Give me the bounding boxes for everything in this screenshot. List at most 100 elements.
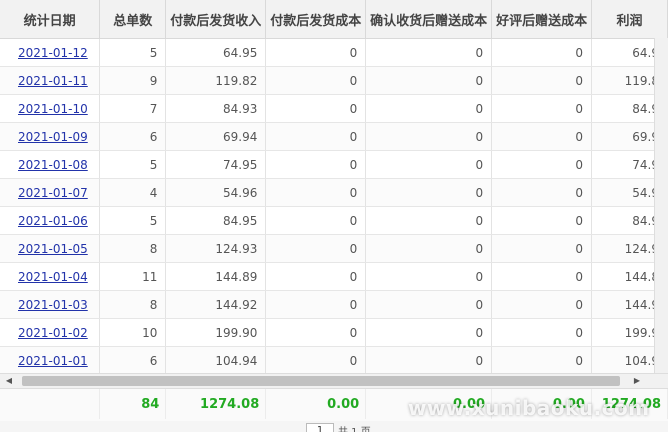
cell-order-count: 7 bbox=[99, 94, 167, 123]
cell-receipt-gift-cost: 0 bbox=[365, 206, 493, 235]
watermark: www.xunibaoku.com bbox=[408, 396, 650, 420]
cell-revenue: 64.95 bbox=[165, 39, 267, 67]
cell-shipping-cost: 0 bbox=[265, 150, 367, 179]
cell-receipt-gift-cost: 0 bbox=[365, 290, 493, 319]
date-link[interactable]: 2021-01-08 bbox=[18, 158, 88, 172]
table-row: 2021-01-12 5 64.95 0 0 0 64.9 bbox=[0, 39, 668, 67]
cell-receipt-gift-cost: 0 bbox=[365, 318, 493, 347]
table-row: 2021-01-08 5 74.95 0 0 0 74.9 bbox=[0, 150, 668, 179]
cell-stat-date: 2021-01-02 bbox=[0, 318, 101, 347]
cell-revenue: 84.95 bbox=[165, 206, 267, 235]
cell-receipt-gift-cost: 0 bbox=[365, 262, 493, 291]
cell-stat-date: 2021-01-01 bbox=[0, 346, 101, 375]
cell-shipping-cost: 0 bbox=[265, 66, 367, 95]
table-row: 2021-01-02 10 199.90 0 0 0 199.9 bbox=[0, 318, 668, 347]
header-revenue[interactable]: 付款后发货收入 bbox=[165, 0, 267, 39]
date-link[interactable]: 2021-01-11 bbox=[18, 74, 88, 88]
date-link[interactable]: 2021-01-04 bbox=[18, 270, 88, 284]
cell-review-gift-cost: 0 bbox=[491, 346, 592, 375]
cell-shipping-cost: 0 bbox=[265, 262, 367, 291]
header-receipt-gift-cost[interactable]: 确认收货后赠送成本 bbox=[365, 0, 493, 39]
horizontal-scrollbar[interactable]: ◀ ▶ bbox=[0, 373, 668, 389]
cell-order-count: 10 bbox=[99, 318, 167, 347]
scroll-left-icon[interactable]: ◀ bbox=[2, 374, 16, 388]
cell-revenue: 104.94 bbox=[165, 346, 267, 375]
cell-review-gift-cost: 0 bbox=[491, 234, 592, 263]
date-link[interactable]: 2021-01-09 bbox=[18, 130, 88, 144]
cell-shipping-cost: 0 bbox=[265, 122, 367, 151]
cell-review-gift-cost: 0 bbox=[491, 290, 592, 319]
cell-review-gift-cost: 0 bbox=[491, 122, 592, 151]
cell-receipt-gift-cost: 0 bbox=[365, 122, 493, 151]
header-order-count[interactable]: 总单数 bbox=[99, 0, 167, 39]
date-link[interactable]: 2021-01-06 bbox=[18, 214, 88, 228]
cell-stat-date: 2021-01-10 bbox=[0, 94, 101, 123]
cell-receipt-gift-cost: 0 bbox=[365, 234, 493, 263]
cell-stat-date: 2021-01-06 bbox=[0, 206, 101, 235]
cell-stat-date: 2021-01-03 bbox=[0, 290, 101, 319]
header-profit[interactable]: 利润 bbox=[591, 0, 668, 39]
table-row: 2021-01-06 5 84.95 0 0 0 84.9 bbox=[0, 206, 668, 235]
table-row: 2021-01-07 4 54.96 0 0 0 54.9 bbox=[0, 178, 668, 207]
date-link[interactable]: 2021-01-02 bbox=[18, 326, 88, 340]
header-stat-date[interactable]: 统计日期 bbox=[0, 0, 101, 39]
cell-revenue: 74.95 bbox=[165, 150, 267, 179]
cell-receipt-gift-cost: 0 bbox=[365, 66, 493, 95]
table-row: 2021-01-11 9 119.82 0 0 0 119.8 bbox=[0, 66, 668, 95]
date-link[interactable]: 2021-01-10 bbox=[18, 102, 88, 116]
cell-stat-date: 2021-01-09 bbox=[0, 122, 101, 151]
cell-revenue: 119.82 bbox=[165, 66, 267, 95]
date-link[interactable]: 2021-01-01 bbox=[18, 354, 88, 368]
cell-order-count: 5 bbox=[99, 206, 167, 235]
cell-shipping-cost: 0 bbox=[265, 318, 367, 347]
cell-review-gift-cost: 0 bbox=[491, 178, 592, 207]
table-row: 2021-01-09 6 69.94 0 0 0 69.9 bbox=[0, 122, 668, 151]
scroll-right-icon[interactable]: ▶ bbox=[630, 374, 644, 388]
cell-receipt-gift-cost: 0 bbox=[365, 94, 493, 123]
cell-shipping-cost: 0 bbox=[265, 234, 367, 263]
cell-receipt-gift-cost: 0 bbox=[365, 150, 493, 179]
cell-review-gift-cost: 0 bbox=[491, 262, 592, 291]
page-number-input[interactable]: 1 bbox=[306, 423, 334, 432]
grid-header: 统计日期 总单数 付款后发货收入 付款后发货成本 确认收货后赠送成本 好评后赠送… bbox=[0, 0, 668, 39]
cell-revenue: 144.92 bbox=[165, 290, 267, 319]
cell-receipt-gift-cost: 0 bbox=[365, 346, 493, 375]
cell-review-gift-cost: 0 bbox=[491, 150, 592, 179]
cell-stat-date: 2021-01-07 bbox=[0, 178, 101, 207]
cell-order-count: 6 bbox=[99, 346, 167, 375]
cell-shipping-cost: 0 bbox=[265, 206, 367, 235]
cell-shipping-cost: 0 bbox=[265, 39, 367, 67]
date-link[interactable]: 2021-01-07 bbox=[18, 186, 88, 200]
cell-revenue: 54.96 bbox=[165, 178, 267, 207]
total-revenue: 1274.08 bbox=[165, 389, 267, 419]
vertical-scrollbar[interactable] bbox=[654, 38, 668, 373]
cell-stat-date: 2021-01-12 bbox=[0, 39, 101, 67]
header-shipping-cost[interactable]: 付款后发货成本 bbox=[265, 0, 367, 39]
cell-revenue: 199.90 bbox=[165, 318, 267, 347]
scrollbar-thumb[interactable] bbox=[22, 376, 620, 386]
cell-order-count: 11 bbox=[99, 262, 167, 291]
cell-shipping-cost: 0 bbox=[265, 346, 367, 375]
cell-review-gift-cost: 0 bbox=[491, 66, 592, 95]
cell-order-count: 4 bbox=[99, 178, 167, 207]
date-link[interactable]: 2021-01-05 bbox=[18, 242, 88, 256]
cell-stat-date: 2021-01-11 bbox=[0, 66, 101, 95]
date-link[interactable]: 2021-01-03 bbox=[18, 298, 88, 312]
table-row: 2021-01-03 8 144.92 0 0 0 144.9 bbox=[0, 290, 668, 319]
header-review-gift-cost[interactable]: 好评后赠送成本 bbox=[491, 0, 593, 39]
cell-review-gift-cost: 0 bbox=[491, 94, 592, 123]
table-row: 2021-01-05 8 124.93 0 0 0 124.9 bbox=[0, 234, 668, 263]
table-row: 2021-01-04 11 144.89 0 0 0 144.8 bbox=[0, 262, 668, 291]
total-order-count: 84 bbox=[99, 389, 167, 419]
cell-order-count: 8 bbox=[99, 290, 167, 319]
pagination-bar: 1 共 1 页 bbox=[0, 421, 668, 432]
table-row: 2021-01-01 6 104.94 0 0 0 104.9 bbox=[0, 346, 668, 375]
cell-revenue: 69.94 bbox=[165, 122, 267, 151]
date-link[interactable]: 2021-01-12 bbox=[18, 46, 88, 60]
cell-review-gift-cost: 0 bbox=[491, 318, 592, 347]
cell-order-count: 5 bbox=[99, 150, 167, 179]
table-row: 2021-01-10 7 84.93 0 0 0 84.9 bbox=[0, 94, 668, 123]
page-count-label: 共 1 页 bbox=[338, 423, 371, 432]
cell-order-count: 5 bbox=[99, 39, 167, 67]
grid-body: 2021-01-12 5 64.95 0 0 0 64.9 2021-01-11 9 119.82… bbox=[0, 39, 668, 375]
